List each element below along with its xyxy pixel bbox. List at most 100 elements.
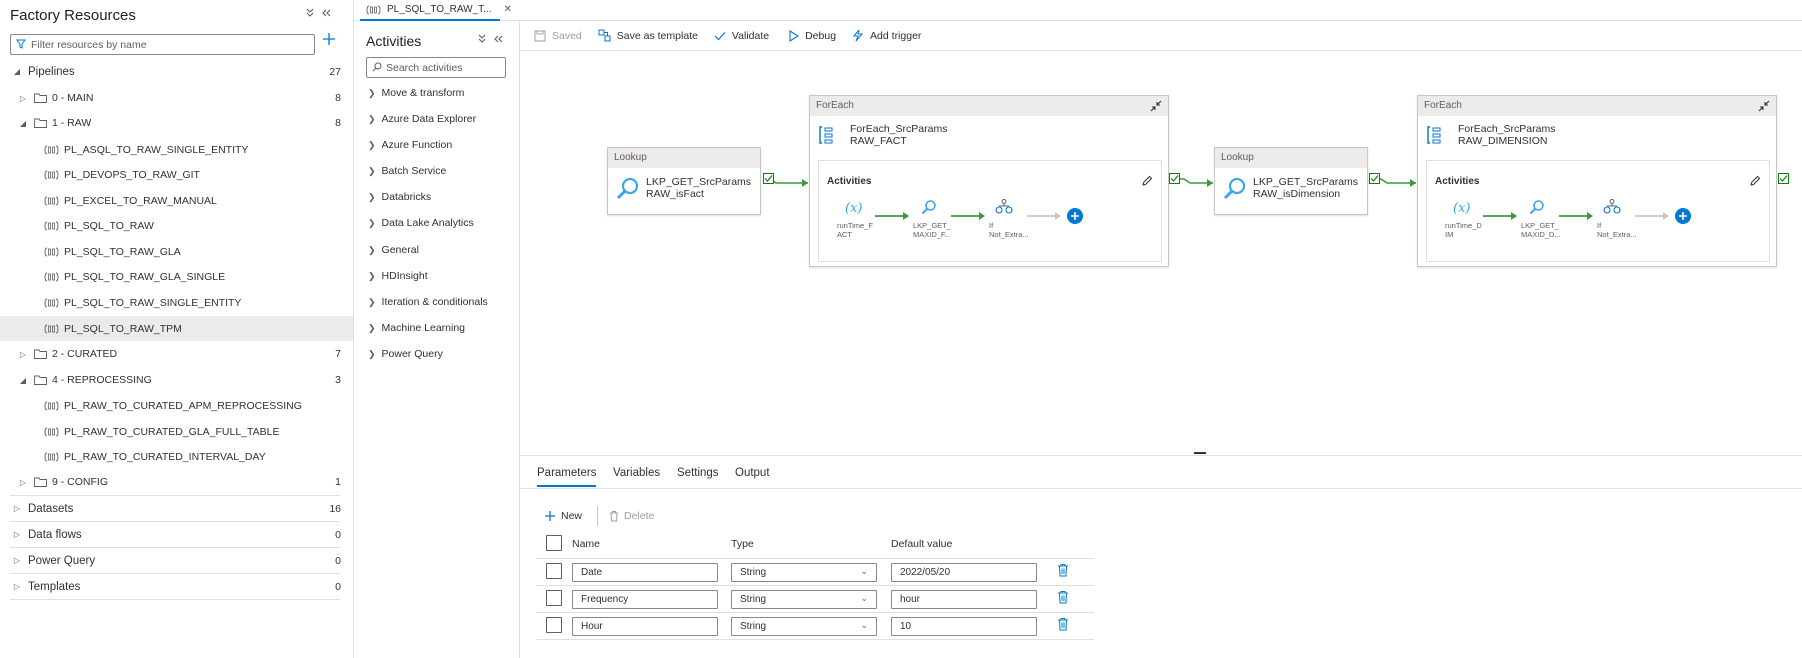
debug-button[interactable]: Debug [789, 30, 836, 42]
param-type-select[interactable]: String ⌄ [731, 563, 877, 582]
tab-variables[interactable]: Variables [613, 467, 660, 479]
search-activities-input[interactable]: Search activities [366, 57, 506, 78]
param-default-input[interactable]: hour [891, 590, 1037, 609]
caret-right-icon[interactable]: ▷ [12, 530, 22, 539]
save-as-template-button[interactable]: Save as template [598, 29, 698, 42]
success-output-checkbox[interactable] [1778, 173, 1789, 184]
edit-pencil-icon[interactable] [1749, 175, 1761, 187]
tree-pipeline-item[interactable]: PL_DEVOPS_TO_RAW_GIT [0, 162, 353, 187]
tab-settings[interactable]: Settings [677, 467, 719, 479]
add-trigger-button[interactable]: Add trigger [852, 29, 921, 42]
success-output-checkbox[interactable] [1169, 173, 1180, 184]
param-default-input[interactable]: 10 [891, 617, 1037, 636]
activity-category[interactable]: ❯ Azure Data Explorer [368, 113, 476, 125]
param-name-input[interactable]: Frequency [572, 590, 718, 609]
delete-row-icon[interactable] [1057, 590, 1069, 604]
tree-powerquery[interactable]: ▷ Power Query 0 [0, 548, 353, 573]
add-resource-button[interactable] [322, 32, 336, 46]
tree-folder-raw[interactable]: ◢ 1 - RAW 8 [0, 111, 353, 135]
tab-pipeline[interactable]: PL_SQL_TO_RAW_T... ✕ [360, 0, 512, 21]
select-all-checkbox[interactable] [546, 535, 562, 551]
saved-button[interactable]: Saved [534, 30, 582, 42]
activity-category[interactable]: ❯ General [368, 244, 419, 256]
add-activity-icon[interactable] [1067, 208, 1083, 224]
param-name-input[interactable]: Date [572, 563, 718, 582]
activity-category[interactable]: ❯ Azure Function [368, 139, 452, 151]
edit-pencil-icon[interactable] [1141, 175, 1153, 187]
caret-right-icon[interactable]: ▷ [18, 94, 28, 103]
inner-activity-name: runTime_D IM [1445, 221, 1482, 239]
delete-label: Delete [624, 510, 655, 522]
tree-pipeline-item-selected[interactable]: PL_SQL_TO_RAW_TPM [0, 316, 353, 341]
tree-pipeline-item[interactable]: PL_EXCEL_TO_RAW_MANUAL [0, 188, 353, 213]
success-output-checkbox[interactable] [763, 173, 774, 184]
activity-category[interactable]: ❯ Move & transform [368, 87, 464, 99]
tree-pipeline-item[interactable]: PL_SQL_TO_RAW_SINGLE_ENTITY [0, 290, 353, 315]
tree-pipeline-item[interactable]: PL_RAW_TO_CURATED_INTERVAL_DAY [0, 444, 353, 469]
caret-right-icon[interactable]: ▷ [12, 504, 22, 513]
tree-templates[interactable]: ▷ Templates 0 [0, 574, 353, 599]
caret-right-icon[interactable]: ▷ [12, 582, 22, 591]
row-checkbox[interactable] [546, 617, 562, 633]
foreach-activity-dimension[interactable]: ForEach ForEach_SrcParams RAW_DIMENSION A… [1417, 95, 1777, 267]
delete-parameter-button[interactable]: Delete [609, 510, 654, 522]
tree-pipeline-item[interactable]: PL_SQL_TO_RAW [0, 213, 353, 238]
validate-button[interactable]: Validate [714, 30, 769, 42]
row-checkbox[interactable] [546, 590, 562, 606]
expand-icon[interactable] [1758, 100, 1770, 112]
activity-category[interactable]: ❯ Power Query [368, 348, 443, 360]
tree-pipeline-item[interactable]: PL_SQL_TO_RAW_GLA [0, 239, 353, 264]
add-activity-icon[interactable] [1675, 208, 1691, 224]
delete-row-icon[interactable] [1057, 563, 1069, 577]
activity-category[interactable]: ❯ Machine Learning [368, 322, 465, 334]
panel-resize-handle[interactable] [1194, 452, 1206, 454]
activity-category[interactable]: ❯ Batch Service [368, 165, 446, 177]
tree-folder-main[interactable]: ▷ 0 - MAIN 8 [0, 86, 353, 110]
success-output-checkbox[interactable] [1369, 173, 1380, 184]
tree-datasets[interactable]: ▷ Datasets 16 [0, 496, 353, 521]
pipeline-canvas[interactable]: Lookup LKP_GET_SrcParams RAW_isFact ForEa… [520, 52, 1802, 454]
collapse-panel-icon[interactable] [493, 34, 503, 44]
foreach-inner-activities[interactable]: Activities (x) runTime_F ACT LKP_GET_ MAXI… [818, 160, 1162, 262]
tree-pipeline-item[interactable]: PL_SQL_TO_RAW_GLA_SINGLE [0, 264, 353, 289]
activity-category[interactable]: ❯ Databricks [368, 191, 431, 203]
activity-category-label: Data Lake Analytics [381, 217, 474, 229]
lookup-activity-isdimension[interactable]: Lookup LKP_GET_SrcParams RAW_isDimension [1214, 147, 1368, 215]
activity-category[interactable]: ❯ Data Lake Analytics [368, 217, 474, 229]
delete-row-icon[interactable] [1057, 617, 1069, 631]
foreach-inner-activities[interactable]: Activities (x) runTime_D IM LKP_GET_ MAXID… [1426, 160, 1770, 262]
caret-down-icon[interactable]: ◢ [12, 67, 22, 76]
tree-folder-curated[interactable]: ▷ 2 - CURATED 7 [0, 342, 353, 366]
tree-pipelines[interactable]: ◢ Pipelines 27 [0, 59, 353, 84]
tree-pipeline-item[interactable]: PL_RAW_TO_CURATED_APM_REPROCESSING [0, 393, 353, 418]
tree-folder-config[interactable]: ▷ 9 - CONFIG 1 [0, 470, 353, 494]
tree-dataflows[interactable]: ▷ Data flows 0 [0, 522, 353, 547]
param-type-select[interactable]: String ⌄ [731, 590, 877, 609]
tree-pipeline-item[interactable]: PL_ASQL_TO_RAW_SINGLE_ENTITY [0, 137, 353, 162]
param-default-input[interactable]: 2022/05/20 [891, 563, 1037, 582]
caret-down-icon[interactable]: ◢ [18, 119, 28, 128]
caret-right-icon[interactable]: ▷ [18, 350, 28, 359]
activity-category[interactable]: ❯ HDInsight [368, 270, 428, 282]
activity-category[interactable]: ❯ Iteration & conditionals [368, 296, 488, 308]
caret-right-icon[interactable]: ▷ [18, 478, 28, 487]
param-name-input[interactable]: Hour [572, 617, 718, 636]
tab-parameters[interactable]: Parameters [537, 467, 597, 487]
lookup-activity-isfact[interactable]: Lookup LKP_GET_SrcParams RAW_isFact [607, 147, 761, 215]
new-parameter-button[interactable]: New [544, 510, 582, 522]
lookup-magnifier-icon [616, 176, 640, 200]
expand-icon[interactable] [1150, 100, 1162, 112]
tree-folder-reprocessing[interactable]: ◢ 4 - REPROCESSING 3 [0, 368, 353, 392]
row-checkbox[interactable] [546, 563, 562, 579]
close-icon[interactable]: ✕ [504, 4, 512, 15]
collapse-panel-icon[interactable] [321, 8, 331, 18]
collapse-all-icon[interactable] [305, 8, 315, 18]
tree-pipeline-item[interactable]: PL_RAW_TO_CURATED_GLA_FULL_TABLE [0, 419, 353, 444]
filter-resources-input[interactable]: Filter resources by name [10, 34, 315, 55]
tab-output[interactable]: Output [735, 467, 770, 479]
collapse-all-icon[interactable] [477, 34, 487, 44]
foreach-activity-fact[interactable]: ForEach ForEach_SrcParams RAW_FACT Activi… [809, 95, 1169, 267]
param-type-select[interactable]: String ⌄ [731, 617, 877, 636]
caret-right-icon[interactable]: ▷ [12, 556, 22, 565]
caret-down-icon[interactable]: ◢ [18, 376, 28, 385]
